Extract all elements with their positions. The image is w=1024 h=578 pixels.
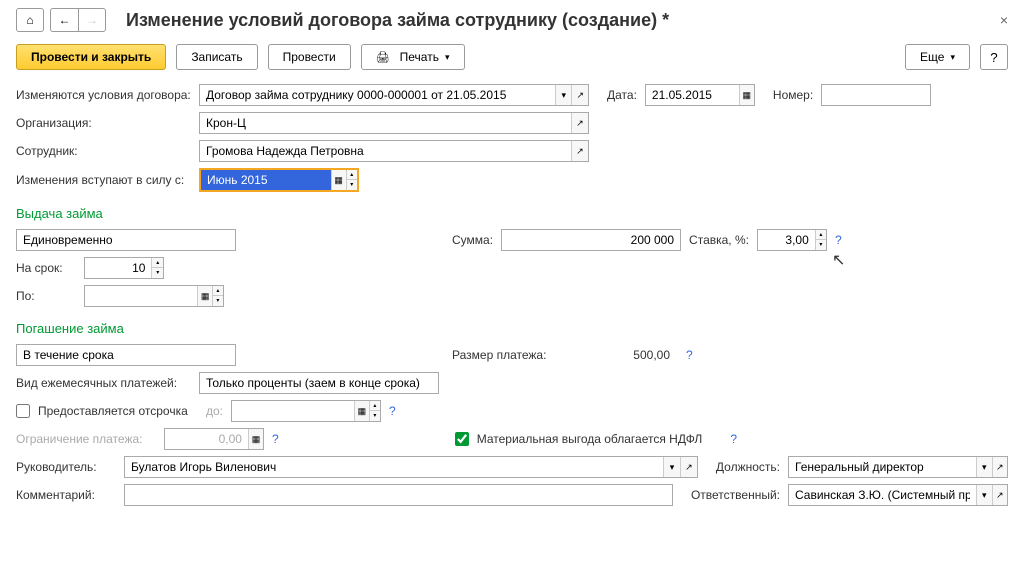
until-label: По: xyxy=(16,289,76,303)
home-button[interactable]: ⌂ xyxy=(16,8,44,32)
term-field[interactable]: ▴ ▾ xyxy=(84,257,164,279)
help-link[interactable]: ? xyxy=(835,233,842,247)
rate-label: Ставка, %: xyxy=(689,233,749,247)
help-link[interactable]: ? xyxy=(730,432,737,446)
spin-down-icon[interactable]: ▾ xyxy=(151,268,163,278)
number-label: Номер: xyxy=(773,88,813,102)
dropdown-icon[interactable]: ▾ xyxy=(976,485,991,505)
close-icon[interactable]: × xyxy=(1000,12,1008,28)
loan-type-field[interactable] xyxy=(16,229,236,251)
position-label: Должность: xyxy=(716,460,780,474)
calendar-icon[interactable]: ▦ xyxy=(739,85,754,105)
open-icon[interactable]: ↗ xyxy=(992,485,1007,505)
open-icon[interactable]: ↗ xyxy=(571,85,588,105)
effective-label: Изменения вступают в силу с: xyxy=(16,173,191,187)
calendar-icon[interactable]: ▦ xyxy=(354,401,369,421)
sum-label: Сумма: xyxy=(452,233,493,247)
tax-checkbox[interactable] xyxy=(455,432,469,446)
deferral-label: Предоставляется отсрочка xyxy=(38,404,198,418)
dropdown-icon[interactable]: ▾ xyxy=(663,457,680,477)
dropdown-icon[interactable]: ▾ xyxy=(976,457,991,477)
calc-icon[interactable]: ▦ xyxy=(248,429,263,449)
dropdown-icon[interactable]: ▾ xyxy=(555,85,572,105)
number-field[interactable] xyxy=(821,84,931,106)
effective-field[interactable]: ▦ ▴ ▾ xyxy=(199,168,359,192)
back-button[interactable]: ← xyxy=(50,8,78,32)
open-icon[interactable]: ↗ xyxy=(992,457,1007,477)
tax-label: Материальная выгода облагается НДФЛ xyxy=(477,432,703,446)
employee-label: Сотрудник: xyxy=(16,144,191,158)
help-link[interactable]: ? xyxy=(389,404,396,418)
forward-button[interactable]: → xyxy=(78,8,106,32)
monthly-type-label: Вид ежемесячных платежей: xyxy=(16,376,191,390)
open-icon[interactable]: ↗ xyxy=(571,141,588,161)
payment-limit-field[interactable]: ▦ xyxy=(164,428,264,450)
spin-down-icon[interactable]: ▾ xyxy=(346,180,357,190)
contract-changes-label: Изменяются условия договора: xyxy=(16,88,191,102)
spin-up-icon[interactable]: ▴ xyxy=(815,230,826,240)
open-icon[interactable]: ↗ xyxy=(680,457,697,477)
loan-repay-section: Погашение займа xyxy=(16,321,1008,336)
rate-field[interactable]: ▴ ▾ xyxy=(757,229,827,251)
organization-field[interactable]: ↗ xyxy=(199,112,589,134)
organization-label: Организация: xyxy=(16,116,191,130)
spin-up-icon[interactable]: ▴ xyxy=(212,286,223,296)
loan-issue-section: Выдача займа xyxy=(16,206,1008,221)
responsible-label: Ответственный: xyxy=(691,488,780,502)
page-title: Изменение условий договора займа сотрудн… xyxy=(126,10,1000,31)
submit-close-button[interactable]: Провести и закрыть xyxy=(16,44,166,70)
date-label: Дата: xyxy=(607,88,637,102)
spin-down-icon[interactable]: ▾ xyxy=(212,296,223,306)
date-field[interactable]: ▦ xyxy=(645,84,755,106)
spin-up-icon[interactable]: ▴ xyxy=(151,258,163,268)
spin-down-icon[interactable]: ▾ xyxy=(369,411,380,421)
comment-label: Комментарий: xyxy=(16,488,116,502)
spin-up-icon[interactable]: ▴ xyxy=(369,401,380,411)
calendar-icon[interactable]: ▦ xyxy=(197,286,212,306)
repay-type-field[interactable] xyxy=(16,344,236,366)
more-button[interactable]: Еще xyxy=(905,44,970,70)
payment-size-label: Размер платежа: xyxy=(452,348,572,362)
position-field[interactable]: ▾ ↗ xyxy=(788,456,1008,478)
print-button[interactable]: Печать xyxy=(361,44,465,70)
deferral-until-field[interactable]: ▦ ▴ ▾ xyxy=(231,400,381,422)
calendar-icon[interactable]: ▦ xyxy=(331,170,346,190)
help-link[interactable]: ? xyxy=(272,432,279,446)
responsible-field[interactable]: ▾ ↗ xyxy=(788,484,1008,506)
help-link[interactable]: ? xyxy=(686,348,693,362)
payment-limit-label: Ограничение платежа: xyxy=(16,432,156,446)
sum-field[interactable] xyxy=(501,229,681,251)
until-field[interactable]: ▦ ▴ ▾ xyxy=(84,285,224,307)
open-icon[interactable]: ↗ xyxy=(571,113,588,133)
term-label: На срок: xyxy=(16,261,76,275)
employee-field[interactable]: ↗ xyxy=(199,140,589,162)
contract-changes-field[interactable]: ▾ ↗ xyxy=(199,84,589,106)
deferral-until-label: до: xyxy=(206,404,223,418)
manager-label: Руководитель: xyxy=(16,460,116,474)
spin-up-icon[interactable]: ▴ xyxy=(346,170,357,180)
help-button[interactable]: ? xyxy=(980,44,1008,70)
spin-down-icon[interactable]: ▾ xyxy=(815,240,826,250)
monthly-type-field[interactable] xyxy=(199,372,439,394)
save-button[interactable]: Записать xyxy=(176,44,257,70)
payment-size-value: 500,00 xyxy=(580,348,670,362)
submit-button[interactable]: Провести xyxy=(268,44,351,70)
deferral-checkbox[interactable] xyxy=(16,404,30,418)
comment-field[interactable] xyxy=(124,484,673,506)
manager-field[interactable]: ▾ ↗ xyxy=(124,456,698,478)
